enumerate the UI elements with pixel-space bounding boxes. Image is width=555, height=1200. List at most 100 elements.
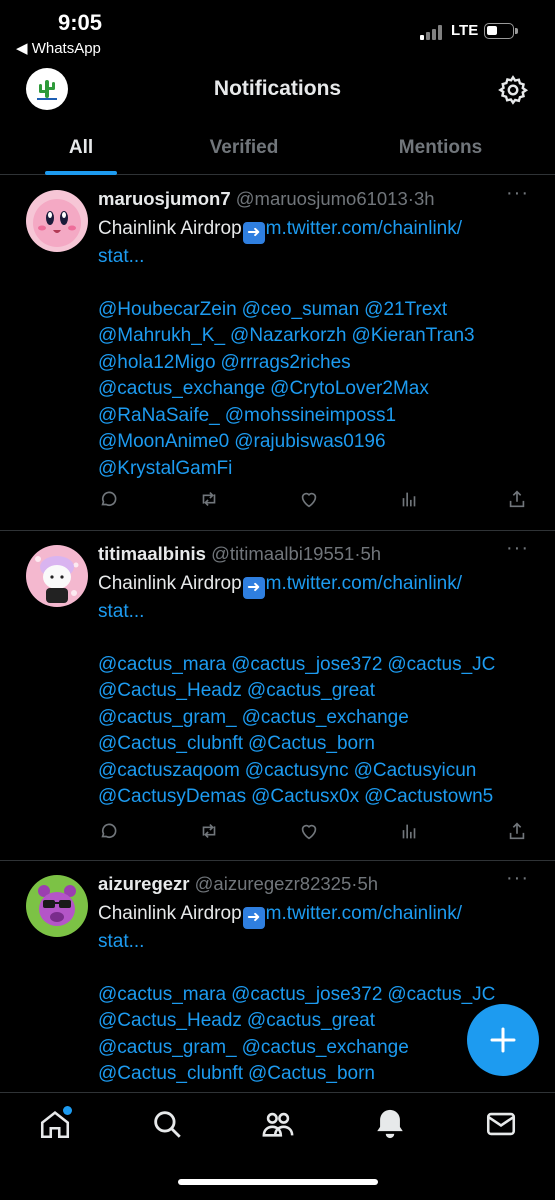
communities-icon[interactable] [261, 1107, 295, 1141]
mention-list: @HoubecarZein @ceo_suman @21Trext @Mahrukh… [98, 297, 538, 483]
tweet-link-tail[interactable]: stat... [98, 931, 144, 952]
page-title: Notifications [213, 77, 342, 100]
retweet-icon[interactable] [198, 820, 226, 848]
mention-link[interactable]: @KieranTran3 [351, 325, 474, 346]
mention-link[interactable]: @cactus_jose372 [231, 654, 382, 675]
mention-link[interactable]: @Cactusx0x [251, 786, 359, 807]
mention-link[interactable]: @cactuszaqoom [98, 760, 240, 781]
tab-verified[interactable]: Verified [162, 120, 326, 175]
display-name[interactable]: titimaalbinis [98, 543, 206, 564]
reply-icon[interactable] [98, 820, 126, 848]
mention-link[interactable]: @cactus_exchange [242, 1037, 409, 1058]
analytics-icon[interactable] [398, 820, 426, 848]
tweet-link-tail[interactable]: stat... [98, 601, 144, 622]
mention-link[interactable]: @rajubiswas0196 [234, 431, 385, 452]
mention-link[interactable]: @cactus_jose372 [231, 984, 382, 1005]
signal-icon [420, 24, 446, 40]
mention-link[interactable]: @cactus_great [247, 1010, 375, 1031]
mention-link[interactable]: @cactusync [245, 760, 349, 781]
tweet-link[interactable]: m.twitter.com/chainlink/ [266, 903, 462, 924]
mention-link[interactable]: @MoonAnime0 [98, 431, 229, 452]
mention-link[interactable]: @Cactus_Headz [98, 680, 242, 701]
tweet[interactable]: titimaalbinis @titimaalbi19551·5h ··· Ch… [0, 531, 555, 861]
mention-link[interactable]: @Cactus_born [248, 733, 375, 754]
tweet-text: Chainlink Airdrop ➜ m.twitter.com/chainlin… [98, 216, 538, 271]
tab-all-label: All [68, 136, 94, 158]
user-handle[interactable]: @titimaalbi19551 [211, 543, 354, 564]
display-name[interactable]: maruosjumon7 [98, 188, 231, 209]
display-name[interactable]: aizuregezr [98, 873, 190, 894]
more-options-icon[interactable]: ··· [506, 182, 529, 205]
like-heart-icon[interactable] [298, 820, 326, 848]
avatar[interactable] [26, 875, 88, 937]
active-tab-indicator [45, 171, 117, 175]
mention-link[interactable]: @21Trext [364, 299, 447, 320]
tweet-content: maruosjumon7 @maruosjumo61013·3h ··· Cha… [98, 182, 538, 483]
share-icon[interactable] [506, 488, 534, 516]
mention-link[interactable]: @Cactustown5 [364, 786, 493, 807]
mention-list: @cactus_mara @cactus_jose372 @cactus_JC @C… [98, 652, 538, 812]
user-handle[interactable]: @aizuregezr82325 [195, 873, 352, 894]
analytics-icon[interactable] [398, 488, 426, 516]
header: Notifications [0, 62, 555, 118]
retweet-icon[interactable] [198, 488, 226, 516]
mention-link[interactable]: @KrystalGamFi [98, 458, 232, 479]
timestamp: 5h [357, 873, 379, 894]
tweet-link[interactable]: m.twitter.com/chainlink/ [266, 573, 462, 594]
avatar[interactable] [26, 190, 88, 252]
mention-link[interactable]: @cactus_mara [98, 984, 226, 1005]
messages-envelope-icon[interactable] [484, 1107, 518, 1141]
home-icon[interactable] [38, 1106, 72, 1141]
user-handle[interactable]: @maruosjumo61013 [236, 188, 408, 209]
new-content-dot [63, 1106, 72, 1115]
like-heart-icon[interactable] [298, 488, 326, 516]
share-icon[interactable] [506, 820, 534, 848]
mention-link[interactable]: @mohssineimposs1 [225, 405, 396, 426]
mention-link[interactable]: @Mahrukh_K_ [98, 325, 225, 346]
mention-link[interactable]: @Cactus_Headz [98, 1010, 242, 1031]
notifications-bell-icon[interactable] [373, 1107, 407, 1141]
mention-link[interactable]: @Cactus_born [248, 1063, 375, 1084]
mention-link[interactable]: @Cactusyicun [354, 760, 477, 781]
mention-link[interactable]: @Nazarkorzh [230, 325, 346, 346]
mention-link[interactable]: @cactus_exchange [242, 707, 409, 728]
tweet-link-tail[interactable]: stat... [98, 246, 144, 267]
tab-mentions[interactable]: Mentions [326, 120, 555, 175]
mention-link[interactable]: @cactus_JC [387, 984, 495, 1005]
mention-link[interactable]: @Cactus_clubnft [98, 733, 243, 754]
mention-link[interactable]: @RaNaSaife_ [98, 405, 220, 426]
notification-feed[interactable]: maruosjumon7 @maruosjumo61013·3h ··· Cha… [0, 176, 555, 1092]
mention-link[interactable]: @cactus_mara [98, 654, 226, 675]
tweet[interactable]: maruosjumon7 @maruosjumo61013·3h ··· Cha… [0, 176, 555, 531]
tab-all[interactable]: All [0, 120, 162, 175]
tweet-text-prefix: Chainlink Airdrop [98, 903, 242, 924]
right-arrow-emoji-icon: ➜ [242, 577, 265, 599]
mention-link[interactable]: @CrytoLover2Max [270, 378, 429, 399]
mention-link[interactable]: @CactusyDemas [98, 786, 246, 807]
tweet-header: maruosjumon7 @maruosjumo61013·3h ··· [98, 182, 538, 214]
more-options-icon[interactable]: ··· [506, 867, 529, 890]
mention-link[interactable]: @cactus_exchange [98, 378, 265, 399]
home-indicator[interactable] [178, 1179, 378, 1185]
tweet-link[interactable]: m.twitter.com/chainlink/ [266, 218, 462, 239]
compose-plus-icon [490, 1027, 516, 1053]
back-to-whatsapp-link[interactable]: ◀ WhatsApp [16, 39, 101, 57]
reply-icon[interactable] [98, 488, 126, 516]
mention-link[interactable]: @ceo_suman [242, 299, 360, 320]
tab-mentions-label: Mentions [398, 136, 483, 158]
more-options-icon[interactable]: ··· [506, 537, 529, 560]
mention-link[interactable]: @Cactus_clubnft [98, 1063, 243, 1084]
tweet-text: Chainlink Airdrop ➜ m.twitter.com/chainlin… [98, 901, 538, 956]
mention-link[interactable]: @HoubecarZein [98, 299, 237, 320]
timestamp: 5h [360, 543, 382, 564]
mention-link[interactable]: @cactus_gram_ [98, 1037, 237, 1058]
mention-link[interactable]: @cactus_great [247, 680, 375, 701]
mention-link[interactable]: @cactus_gram_ [98, 707, 237, 728]
search-icon[interactable] [150, 1107, 184, 1141]
mention-link[interactable]: @hola12Migo [98, 352, 216, 373]
gear-icon[interactable] [497, 74, 529, 106]
avatar[interactable] [26, 545, 88, 607]
mention-link[interactable]: @cactus_JC [387, 654, 495, 675]
mention-link[interactable]: @rrrags2riches [221, 352, 351, 373]
compose-tweet-button[interactable] [467, 1004, 539, 1076]
